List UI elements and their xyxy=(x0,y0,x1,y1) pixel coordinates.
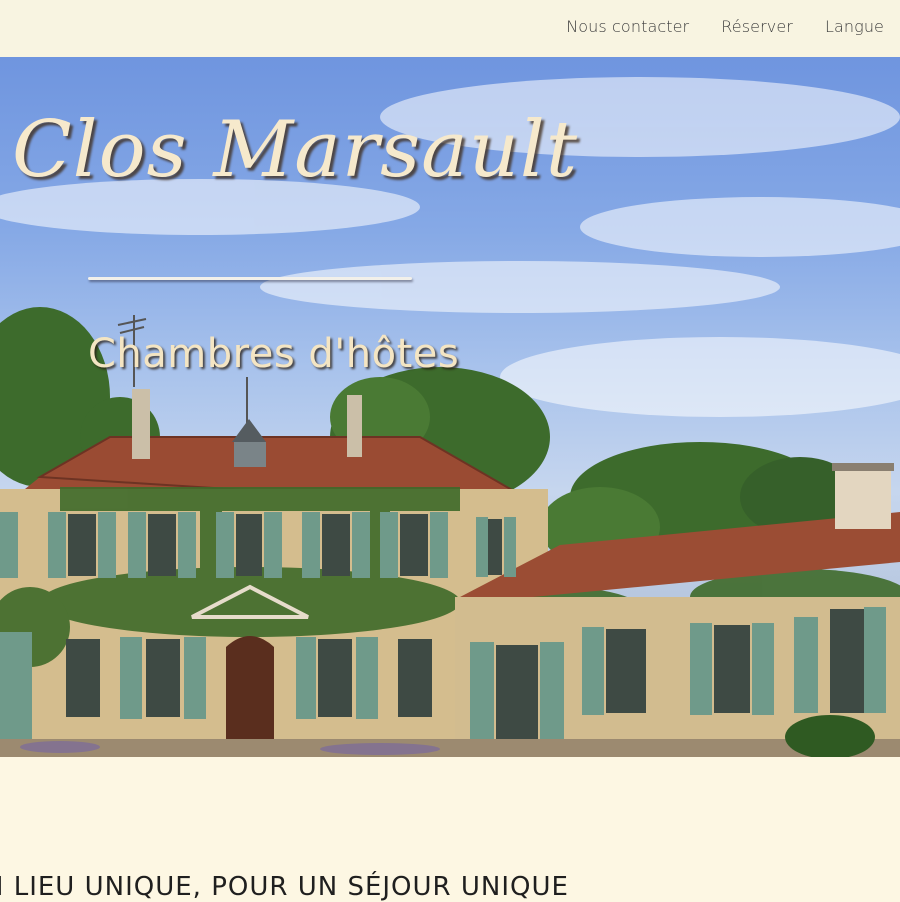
nav-contact-link[interactable]: Nous contacter xyxy=(566,17,689,36)
top-navigation-bar: Nous contacter Réserver Langue xyxy=(0,0,900,57)
site-title: Clos Marsault xyxy=(12,105,579,195)
upper-windows xyxy=(0,512,516,578)
nav-book-link[interactable]: Réserver xyxy=(721,17,793,36)
title-divider xyxy=(88,277,412,280)
nav-language-link[interactable]: Langue xyxy=(825,17,884,36)
section-heading: N LIEU UNIQUE, POUR UN SÉJOUR UNIQUE xyxy=(0,872,569,902)
main-nav: Nous contacter Réserver Langue xyxy=(566,17,884,36)
hero-banner: Clos Marsault Chambres d'hôtes xyxy=(0,57,900,757)
site-subtitle: Chambres d'hôtes xyxy=(88,331,460,377)
front-door xyxy=(226,636,274,749)
